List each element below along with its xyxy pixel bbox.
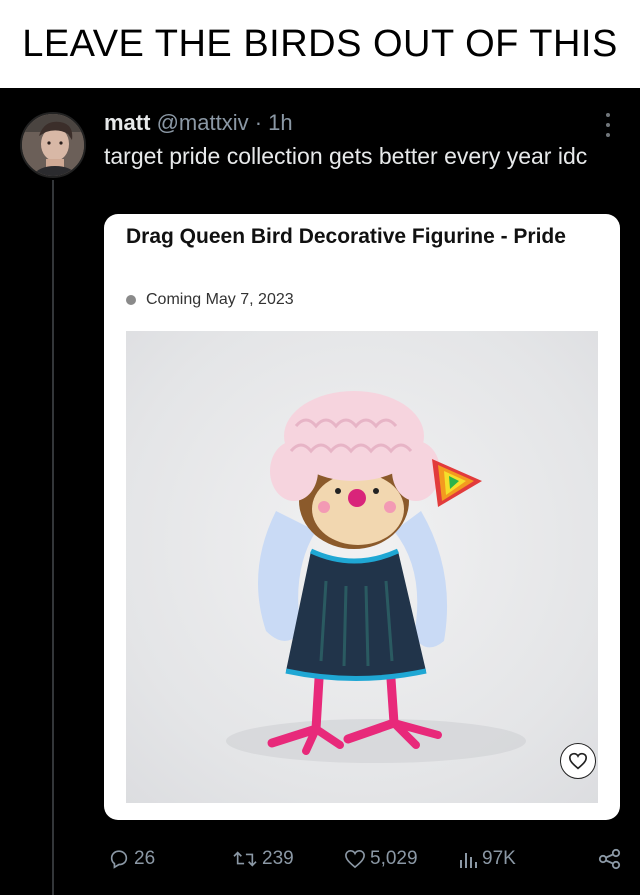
separator-dot: · [254,110,263,135]
user-handle[interactable]: @mattxiv [157,110,249,135]
avatar-photo [22,114,84,176]
views-button[interactable]: 97K [458,844,516,874]
thread-line [52,180,54,895]
retweet-count: 239 [262,848,294,869]
views-icon [460,853,477,868]
share-button[interactable] [598,844,622,874]
tweet-header: matt @mattxiv · 1h [104,110,293,136]
heart-outline-icon [568,752,588,770]
tweet-text: target pride collection gets better ever… [104,143,588,169]
like-button[interactable]: 5,029 [344,844,418,874]
link-card[interactable]: Drag Queen Bird Decorative Figurine - Pr… [104,214,620,820]
like-count: 5,029 [370,848,418,869]
like-icon [345,849,365,869]
retweet-icon [233,851,257,867]
share-icon [598,848,621,870]
meme-caption-banner: LEAVE THE BIRDS OUT OF THIS [0,0,640,88]
timestamp[interactable]: 1h [268,110,292,135]
avatar[interactable] [20,112,86,178]
status-text: Coming May 7, 2023 [146,291,294,308]
more-icon[interactable] [600,110,616,140]
reply-count: 26 [134,848,156,869]
card-title: Drag Queen Bird Decorative Figurine - Pr… [126,225,566,248]
meme-caption: LEAVE THE BIRDS OUT OF THIS [22,22,618,65]
reply-icon [110,850,128,869]
card-status: Coming May 7, 2023 [126,291,294,309]
display-name[interactable]: matt [104,110,150,135]
reply-button[interactable]: 26 [108,844,155,874]
favorite-button[interactable] [560,743,596,779]
status-dot-icon [126,295,136,305]
tweet[interactable]: matt @mattxiv · 1h target pride collecti… [0,88,640,895]
bird-figurine-illustration [226,391,526,763]
retweet-button[interactable]: 239 [232,844,294,874]
tweet-actions: 26 239 5,029 97K [104,844,624,874]
product-image[interactable] [126,331,598,803]
view-count: 97K [482,848,516,869]
